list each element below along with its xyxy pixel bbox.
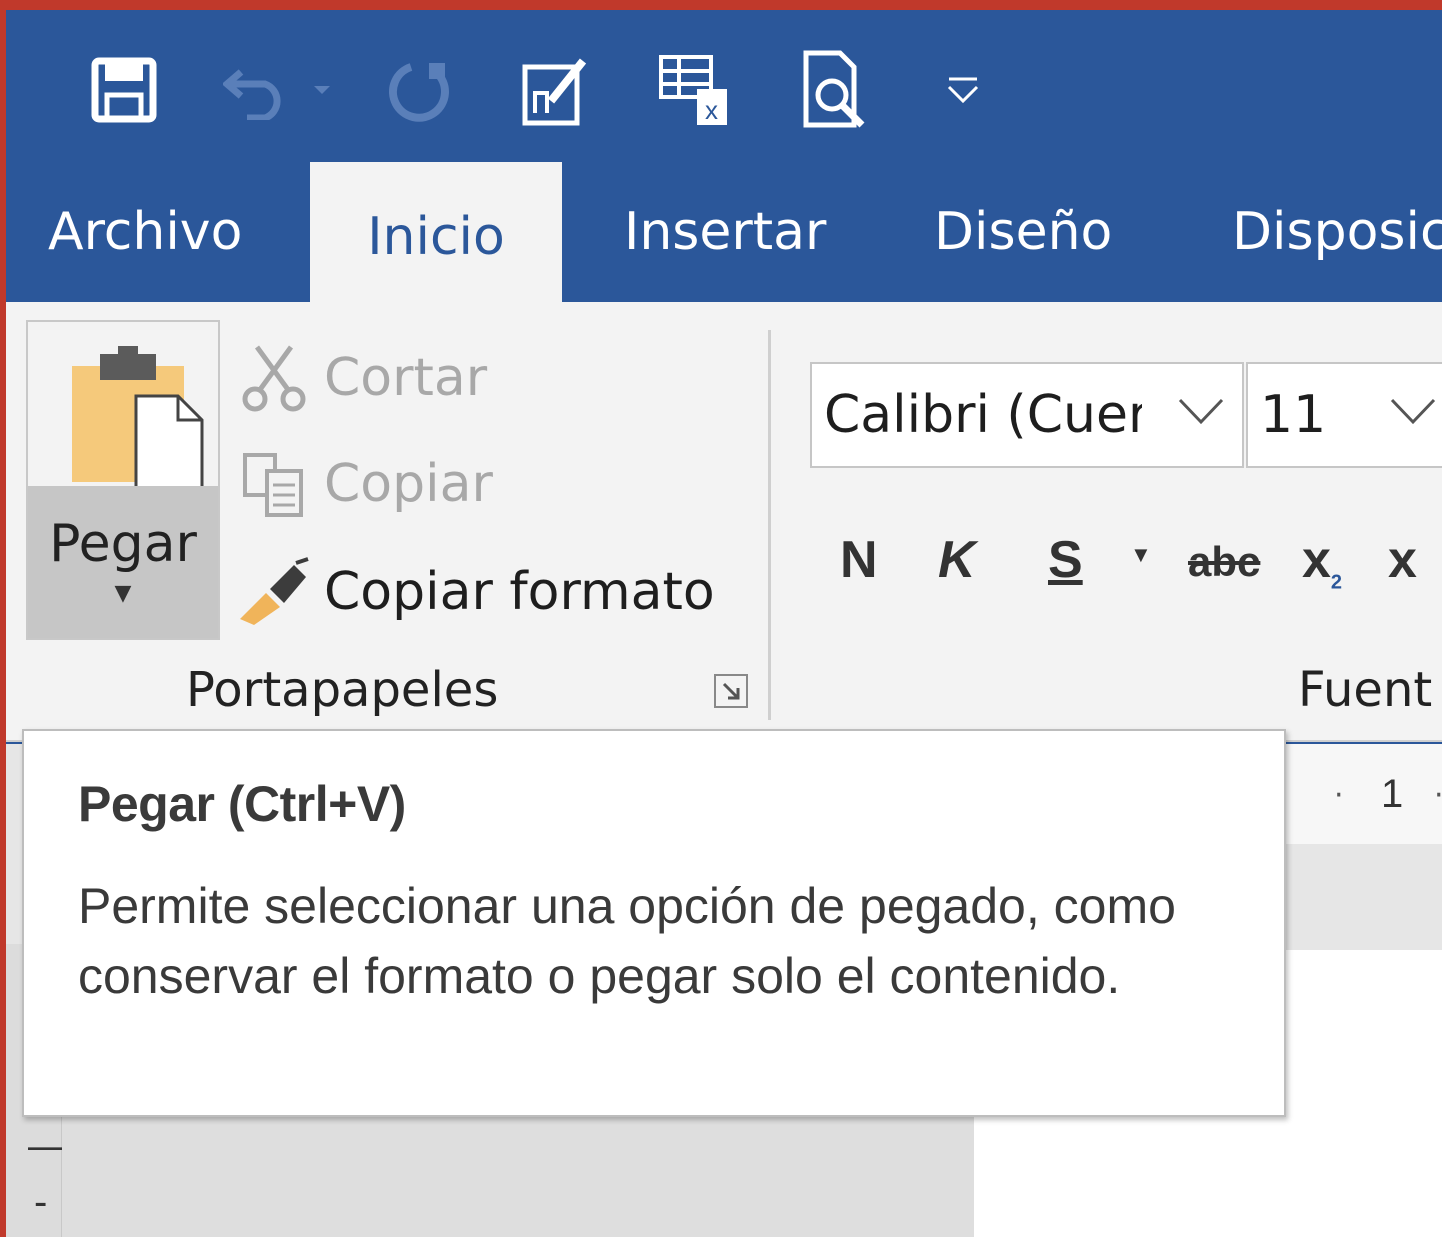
tooltip-title: Pegar (Ctrl+V): [78, 776, 406, 832]
cut-button[interactable]: Cortar: [234, 338, 487, 418]
tab-insertar[interactable]: Insertar: [624, 162, 826, 302]
undo-dropdown-icon[interactable]: [302, 50, 342, 130]
ruler-margin: [1286, 744, 1442, 844]
paste-label: Pegar: [49, 514, 197, 574]
clipboard-group-label: Portapapeles: [186, 662, 499, 718]
table-icon[interactable]: x: [654, 50, 734, 130]
font-size-dropdown[interactable]: 11: [1246, 362, 1442, 468]
tab-disposicion[interactable]: Disposici: [1232, 162, 1442, 302]
underline-button[interactable]: S: [1048, 530, 1083, 590]
quick-access-toolbar: x: [6, 10, 1442, 160]
ruler-tick: -: [34, 1180, 48, 1224]
font-name-value: Calibri (Cuer: [824, 385, 1142, 445]
bold-button[interactable]: N: [840, 530, 878, 590]
strikethrough-button[interactable]: abc: [1188, 538, 1260, 598]
italic-button[interactable]: K: [938, 530, 976, 590]
chevron-down-icon: [1178, 398, 1224, 425]
paste-button[interactable]: Pegar ▼: [26, 320, 220, 640]
print-preview-icon[interactable]: [796, 50, 876, 130]
edit-document-icon[interactable]: [516, 50, 596, 130]
redo-icon[interactable]: [382, 50, 462, 130]
paste-tooltip: Pegar (Ctrl+V) Permite seleccionar una o…: [22, 729, 1286, 1117]
copy-label: Copiar: [324, 454, 493, 514]
chevron-down-icon: [1390, 398, 1436, 425]
ruler-number: 1: [1381, 772, 1404, 816]
font-size-value: 11: [1260, 385, 1327, 445]
svg-text:x: x: [705, 95, 718, 125]
group-separator: [768, 330, 771, 720]
format-painter-icon: [234, 552, 314, 632]
copy-button[interactable]: Copiar: [234, 444, 493, 524]
tooltip-description: Permite seleccionar una opción de pegado…: [78, 878, 1176, 1004]
cut-label: Cortar: [324, 348, 488, 408]
tab-diseno[interactable]: Diseño: [934, 162, 1112, 302]
customize-qat-icon[interactable]: [938, 50, 988, 130]
chevron-down-icon: ▼: [114, 581, 132, 606]
subscript-button[interactable]: x2: [1302, 530, 1342, 593]
format-painter-button[interactable]: Copiar formato: [234, 552, 715, 632]
format-painter-label: Copiar formato: [324, 562, 715, 622]
save-icon[interactable]: [84, 50, 164, 130]
ruler-tick: ·: [1334, 778, 1344, 813]
ruler-tick: ·: [1434, 778, 1442, 813]
scissors-icon: [234, 338, 314, 418]
tab-inicio[interactable]: Inicio: [310, 162, 562, 312]
dialog-launcher-icon[interactable]: [714, 674, 748, 708]
underline-dropdown-icon[interactable]: ▼: [1130, 542, 1152, 602]
undo-icon[interactable]: [218, 50, 298, 130]
ribbon: Pegar ▼ Cortar Copiar Copiar formato Por…: [6, 302, 1442, 742]
paste-dropdown[interactable]: Pegar ▼: [28, 486, 218, 638]
copy-icon: [234, 444, 314, 524]
font-group-label: Fuent: [1298, 662, 1433, 718]
font-name-dropdown[interactable]: Calibri (Cuer: [810, 362, 1244, 468]
superscript-button[interactable]: x: [1388, 530, 1417, 590]
clipboard-icon: [72, 346, 204, 490]
tab-archivo[interactable]: Archivo: [48, 162, 242, 302]
subscript-label: x: [1302, 531, 1331, 589]
